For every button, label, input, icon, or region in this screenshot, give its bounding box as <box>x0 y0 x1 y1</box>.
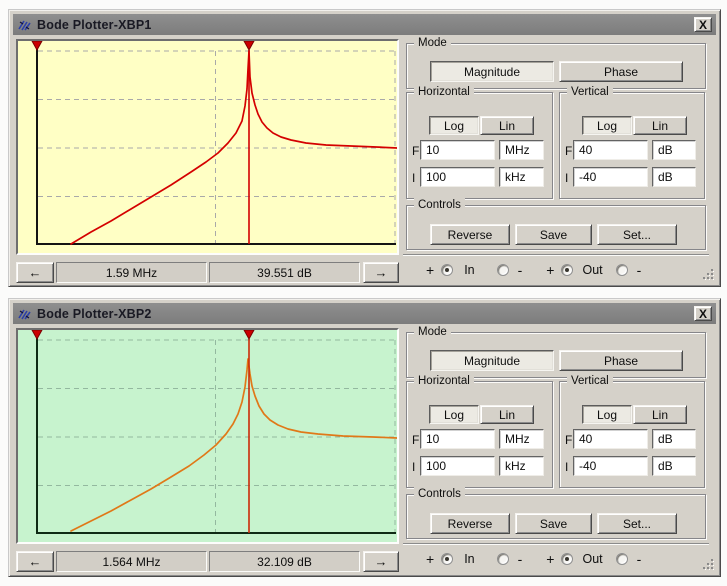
horizontal-log-button[interactable]: Log <box>429 116 479 135</box>
mode-group-label: Mode <box>414 325 451 339</box>
instrument-icon <box>17 307 32 321</box>
controls-group-label: Controls <box>414 487 465 501</box>
out-plus-label: + <box>546 262 554 278</box>
vertical-i-input[interactable]: -40 <box>573 456 648 476</box>
window-title: Bode Plotter-XBP1 <box>37 18 152 32</box>
cursor-frequency-readout: 1.59 MHz <box>56 262 207 283</box>
reverse-button[interactable]: Reverse <box>430 224 510 245</box>
vertical-group-label: Vertical <box>567 85 613 99</box>
out-plus-label: + <box>546 551 554 567</box>
resize-grip-icon[interactable] <box>702 268 715 281</box>
phase-button[interactable]: Phase <box>559 350 683 371</box>
close-button[interactable]: X <box>694 17 712 32</box>
vertical-lin-button[interactable]: Lin <box>633 116 687 135</box>
titlebar[interactable]: Bode Plotter-XBP2 <box>13 303 716 324</box>
out-plus-terminal[interactable] <box>561 553 573 565</box>
separator <box>403 543 709 545</box>
vertical-f-input[interactable]: 40 <box>573 429 648 449</box>
out-minus-label: - <box>637 551 642 567</box>
vertical-f-unit[interactable]: dB <box>652 140 696 160</box>
set-button[interactable]: Set... <box>597 513 677 534</box>
mode-group: Mode Magnitude Phase <box>406 43 706 89</box>
bode-plotter-window-xbp1: Bode Plotter-XBP1 X <box>8 9 721 287</box>
mode-group: Mode Magnitude Phase <box>406 332 706 378</box>
horizontal-i-input[interactable]: 100 <box>420 167 495 187</box>
cursor-value-readout: 32.109 dB <box>209 551 360 572</box>
in-minus-terminal[interactable] <box>497 553 509 565</box>
in-label: In <box>464 552 474 566</box>
in-plus-label: + <box>426 262 434 278</box>
in-minus-terminal[interactable] <box>497 264 509 276</box>
controls-group: Controls Reverse Save Set... <box>406 205 706 250</box>
horizontal-f-unit[interactable]: MHz <box>499 140 544 160</box>
cursor-value-readout: 39.551 dB <box>209 262 360 283</box>
horizontal-f-input[interactable]: 10 <box>420 429 495 449</box>
in-plus-terminal[interactable] <box>441 553 453 565</box>
out-label: Out <box>582 552 602 566</box>
vertical-f-input[interactable]: 40 <box>573 140 648 160</box>
cursor-right-button[interactable]: → <box>363 551 399 572</box>
reverse-button[interactable]: Reverse <box>430 513 510 534</box>
cursor-left-button[interactable]: ← <box>16 551 54 572</box>
vertical-group-label: Vertical <box>567 374 613 388</box>
magnitude-button[interactable]: Magnitude <box>430 61 554 82</box>
horizontal-log-button[interactable]: Log <box>429 405 479 424</box>
in-plus-label: + <box>426 551 434 567</box>
set-button[interactable]: Set... <box>597 224 677 245</box>
plot-area[interactable] <box>16 328 399 544</box>
horizontal-i-input[interactable]: 100 <box>420 456 495 476</box>
vertical-group: Vertical Log Lin F 40 dB I -40 dB <box>559 381 705 488</box>
mode-group-label: Mode <box>414 36 451 50</box>
out-plus-terminal[interactable] <box>561 264 573 276</box>
magnitude-button[interactable]: Magnitude <box>430 350 554 371</box>
window-title: Bode Plotter-XBP2 <box>37 307 152 321</box>
horizontal-group: Horizontal Log Lin F 10 MHz I 100 kHz <box>406 381 553 488</box>
vertical-f-unit[interactable]: dB <box>652 429 696 449</box>
controls-group-label: Controls <box>414 198 465 212</box>
horizontal-group-label: Horizontal <box>414 374 474 388</box>
vertical-i-unit[interactable]: dB <box>652 167 696 187</box>
out-label: Out <box>582 263 602 277</box>
instrument-icon <box>17 18 32 32</box>
cursor-frequency-readout: 1.564 MHz <box>56 551 207 572</box>
vertical-lin-button[interactable]: Lin <box>633 405 687 424</box>
out-minus-terminal[interactable] <box>616 553 628 565</box>
save-button[interactable]: Save <box>515 224 592 245</box>
in-label: In <box>464 263 474 277</box>
in-minus-label: - <box>518 262 523 278</box>
cursor-left-button[interactable]: ← <box>16 262 54 283</box>
bode-plotter-window-xbp2: Bode Plotter-XBP2 X <box>8 298 721 577</box>
controls-group: Controls Reverse Save Set... <box>406 494 706 539</box>
separator <box>403 254 709 256</box>
horizontal-f-input[interactable]: 10 <box>420 140 495 160</box>
terminal-row: + In - + Out - <box>426 260 641 280</box>
cursor-right-button[interactable]: → <box>363 262 399 283</box>
in-plus-terminal[interactable] <box>441 264 453 276</box>
horizontal-group-label: Horizontal <box>414 85 474 99</box>
horizontal-lin-button[interactable]: Lin <box>480 405 534 424</box>
vertical-i-unit[interactable]: dB <box>652 456 696 476</box>
phase-button[interactable]: Phase <box>559 61 683 82</box>
out-minus-label: - <box>637 262 642 278</box>
plot-area[interactable] <box>16 39 399 255</box>
terminal-row: + In - + Out - <box>426 549 641 569</box>
plot-background <box>18 41 397 253</box>
horizontal-f-unit[interactable]: MHz <box>499 429 544 449</box>
horizontal-lin-button[interactable]: Lin <box>480 116 534 135</box>
out-minus-terminal[interactable] <box>616 264 628 276</box>
in-minus-label: - <box>518 551 523 567</box>
vertical-group: Vertical Log Lin F 40 dB I -40 dB <box>559 92 705 199</box>
titlebar[interactable]: Bode Plotter-XBP1 <box>13 14 716 35</box>
horizontal-group: Horizontal Log Lin F 10 MHz I 100 kHz <box>406 92 553 199</box>
save-button[interactable]: Save <box>515 513 592 534</box>
horizontal-i-unit[interactable]: kHz <box>499 167 544 187</box>
horizontal-i-unit[interactable]: kHz <box>499 456 544 476</box>
vertical-i-input[interactable]: -40 <box>573 167 648 187</box>
resize-grip-icon[interactable] <box>702 558 715 571</box>
vertical-log-button[interactable]: Log <box>582 116 632 135</box>
vertical-log-button[interactable]: Log <box>582 405 632 424</box>
close-button[interactable]: X <box>694 306 712 321</box>
